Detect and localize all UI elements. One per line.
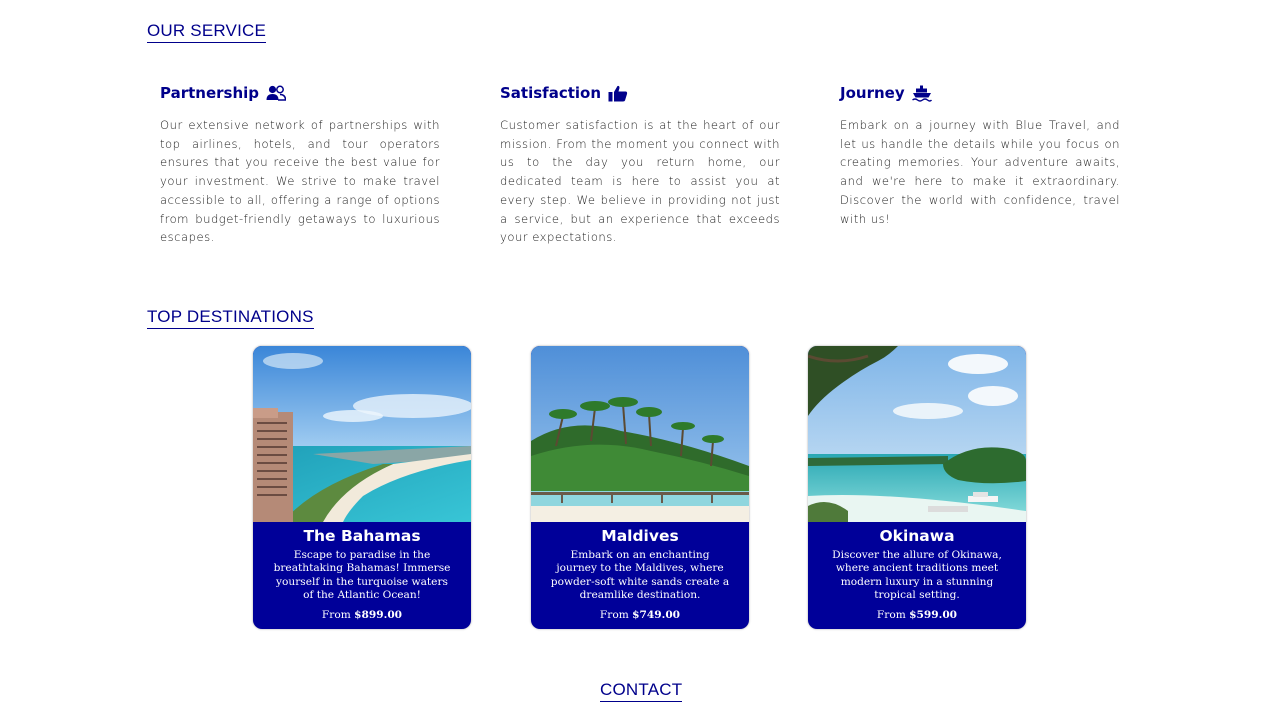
- service-title-text: Satisfaction: [500, 84, 602, 102]
- service-title: Journey: [840, 82, 1120, 104]
- destination-name: Maldives: [601, 527, 679, 545]
- price-value: $749.00: [632, 609, 681, 621]
- top-destinations-heading: TOP DESTINATIONS: [147, 307, 314, 329]
- service-satisfaction: Satisfaction Customer satisfaction is at…: [500, 82, 780, 247]
- destination-name: The Bahamas: [303, 527, 421, 545]
- thumbs-up-icon: [607, 84, 629, 102]
- service-title: Partnership: [160, 82, 440, 104]
- destination-price: From $899.00: [261, 609, 463, 621]
- price-prefix: From: [876, 609, 906, 621]
- contact-heading[interactable]: CONTACT: [600, 680, 683, 702]
- destination-description: Escape to paradise in the breathtaking B…: [273, 549, 451, 602]
- price-prefix: From: [599, 609, 629, 621]
- service-partnership: Partnership Our extensive network of par…: [160, 82, 440, 247]
- price-value: $899.00: [354, 609, 403, 621]
- our-service-heading: OUR SERVICE: [147, 21, 267, 43]
- service-title-text: Partnership: [160, 84, 260, 102]
- destination-price: From $749.00: [539, 609, 741, 621]
- destination-name: Okinawa: [879, 527, 955, 545]
- okinawa-photo: [808, 346, 1026, 522]
- handshake-person-icon: [265, 84, 287, 102]
- service-journey: Journey Embark on a journey with Blue Tr…: [840, 82, 1120, 228]
- price-prefix: From: [321, 609, 351, 621]
- maldives-photo: [531, 346, 749, 522]
- service-text: Customer satisfaction is at the heart of…: [500, 118, 780, 245]
- price-value: $599.00: [909, 609, 958, 621]
- destination-card-okinawa[interactable]: Okinawa Discover the allure of Okinawa, …: [808, 346, 1026, 629]
- service-text: Embark on a journey with Blue Travel, an…: [840, 118, 1120, 226]
- destination-card-maldives[interactable]: Maldives Embark on an enchanting journey…: [531, 346, 749, 629]
- service-title-text: Journey: [840, 84, 905, 102]
- destination-price: From $599.00: [816, 609, 1018, 621]
- bahamas-photo: [253, 346, 471, 522]
- destination-card-bahamas[interactable]: The Bahamas Escape to paradise in the br…: [253, 346, 471, 629]
- service-title: Satisfaction: [500, 82, 780, 104]
- destination-description: Discover the allure of Okinawa, where an…: [832, 549, 1002, 602]
- ship-icon: [911, 84, 933, 102]
- destination-description: Embark on an enchanting journey to the M…: [550, 549, 730, 602]
- service-text: Our extensive network of partnerships wi…: [160, 118, 440, 245]
